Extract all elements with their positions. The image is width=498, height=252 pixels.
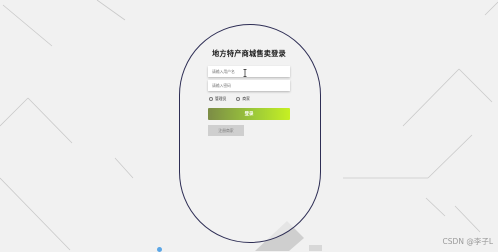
role-label-admin: 管理员 [215,96,227,101]
login-button[interactable]: 登录 [208,108,290,120]
role-radio-admin[interactable]: 管理员 [209,96,226,102]
role-label-merchant: 商家 [242,96,250,101]
role-radio-merchant[interactable]: 商家 [236,96,250,102]
password-input[interactable] [208,80,290,91]
watermark: CSDN @李子L [442,237,493,246]
radio-circle-icon [236,97,241,101]
radio-circle-icon [209,97,213,101]
floating-dot [157,247,162,252]
page-title: 地方特产商城售卖登录 [212,49,286,58]
register-merchant-button[interactable]: 注册商家 [208,125,244,136]
role-selector: 管理员 商家 [209,95,260,103]
username-input[interactable] [208,66,290,77]
i-beam-cursor-icon [243,69,247,77]
